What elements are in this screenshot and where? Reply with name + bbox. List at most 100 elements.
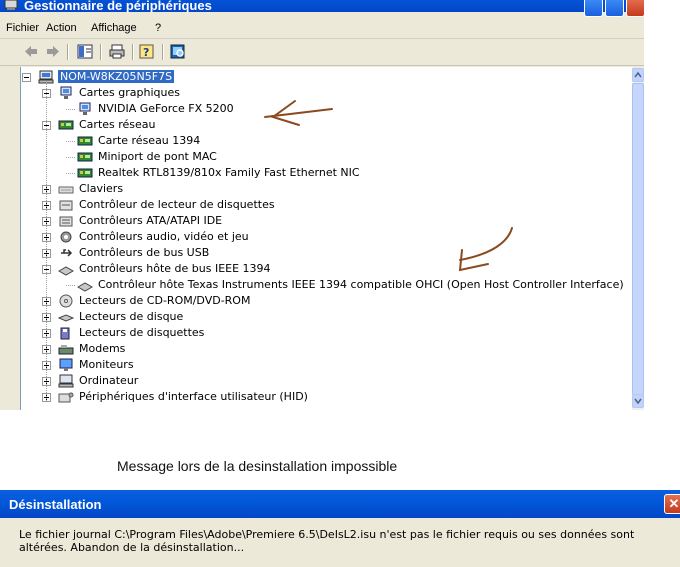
tree-device-row[interactable]: Carte réseau 1394 bbox=[21, 133, 621, 149]
annotation-arrow-2 bbox=[458, 227, 513, 272]
device-manager-window: Gestionnaire de périphériques Fichier Ac… bbox=[0, 0, 644, 410]
tree-item-label: Claviers bbox=[79, 182, 124, 195]
annotation-arrow-1 bbox=[264, 100, 333, 126]
tree-category-row[interactable]: Contrôleurs de bus USB bbox=[21, 245, 621, 261]
tree-item-label: Contrôleur hôte Texas Instruments IEEE 1… bbox=[98, 278, 624, 291]
display-adapter-icon bbox=[60, 86, 72, 99]
tree-device-row[interactable]: Realtek RTL8139/810x Family Fast Etherne… bbox=[21, 165, 621, 181]
tree-item-label: Miniport de pont MAC bbox=[98, 150, 217, 163]
help-icon[interactable]: ? bbox=[138, 43, 156, 60]
scan-hardware-icon[interactable] bbox=[169, 43, 187, 60]
toolbar: ? bbox=[0, 39, 644, 66]
menu-action[interactable]: Action bbox=[46, 22, 77, 34]
dialog-message: Le fichier journal C:\Program Files\Adob… bbox=[19, 528, 635, 554]
tree-item-label: Contrôleur de lecteur de disquettes bbox=[79, 198, 275, 211]
floppy-drive-icon bbox=[60, 327, 70, 340]
scroll-thumb[interactable] bbox=[632, 83, 644, 395]
tree-item-label: Lecteurs de disquettes bbox=[79, 326, 205, 339]
minimize-button[interactable] bbox=[584, 0, 603, 17]
ide-controller-icon bbox=[59, 216, 73, 227]
menu-affichage[interactable]: Affichage bbox=[91, 22, 137, 34]
tree-category-row[interactable]: Lecteurs de CD-ROM/DVD-ROM bbox=[21, 293, 621, 309]
computer-icon bbox=[58, 374, 74, 388]
modem-icon bbox=[58, 345, 74, 355]
toolbar-separator bbox=[162, 44, 164, 60]
firewire-controller-icon bbox=[58, 266, 74, 276]
hid-icon bbox=[58, 392, 74, 403]
tree-item-label: Cartes réseau bbox=[79, 118, 156, 131]
menu-fichier[interactable]: Fichier bbox=[6, 22, 39, 34]
tree-category-row[interactable]: Modems bbox=[21, 341, 621, 357]
tree-category-row[interactable]: Lecteurs de disquettes bbox=[21, 325, 621, 341]
tree-item-label: Contrôleurs de bus USB bbox=[79, 246, 210, 259]
tree-connector bbox=[46, 81, 47, 401]
display-adapter-icon bbox=[79, 102, 91, 115]
toolbar-separator bbox=[100, 44, 102, 60]
network-card-icon bbox=[58, 120, 74, 130]
tree-root-row[interactable]: NOM-W8KZ05N5F7S bbox=[21, 69, 621, 85]
tree-root-label: NOM-W8KZ05N5F7S bbox=[58, 70, 175, 83]
tree-category-row[interactable]: Contrôleurs audio, vidéo et jeu bbox=[21, 229, 621, 245]
tree-item-label: Lecteurs de disque bbox=[79, 310, 184, 323]
title-bar[interactable]: Gestionnaire de périphériques bbox=[0, 0, 644, 17]
tree-item-label: Lecteurs de CD-ROM/DVD-ROM bbox=[79, 294, 251, 307]
tree-item-label: Modems bbox=[79, 342, 126, 355]
menu-help[interactable]: ? bbox=[155, 22, 161, 34]
close-button[interactable] bbox=[626, 0, 644, 17]
tree-category-row[interactable]: Contrôleur de lecteur de disquettes bbox=[21, 197, 621, 213]
menu-bar: Fichier Action Affichage ? bbox=[0, 18, 644, 39]
usb-icon bbox=[61, 249, 73, 257]
disk-drive-icon bbox=[58, 314, 74, 322]
tree-category-row[interactable]: Ordinateur bbox=[21, 373, 621, 389]
vertical-scrollbar[interactable] bbox=[632, 67, 644, 410]
tree-category-row[interactable]: Périphériques d'interface utilisateur (H… bbox=[21, 389, 621, 405]
floppy-controller-icon bbox=[59, 200, 73, 211]
tree-category-row[interactable]: Contrôleurs ATA/ATAPI IDE bbox=[21, 213, 621, 229]
tree-connector bbox=[66, 141, 75, 142]
svg-text:?: ? bbox=[143, 46, 149, 59]
tree-item-label: Cartes graphiques bbox=[79, 86, 180, 99]
properties-icon[interactable] bbox=[76, 43, 94, 60]
tree-connector bbox=[66, 109, 75, 110]
forward-arrow-icon[interactable] bbox=[44, 43, 62, 60]
firewire-controller-icon bbox=[77, 282, 93, 292]
collapse-toggle[interactable] bbox=[22, 73, 31, 82]
tree-connector bbox=[66, 157, 75, 158]
tree-connector bbox=[66, 285, 75, 286]
tree-category-row[interactable]: Claviers bbox=[21, 181, 621, 197]
back-arrow-icon[interactable] bbox=[22, 43, 40, 60]
monitor-icon bbox=[59, 358, 73, 371]
device-manager-icon bbox=[4, 0, 18, 10]
tree-item-label: Moniteurs bbox=[79, 358, 134, 371]
cdrom-icon bbox=[59, 294, 73, 308]
network-card-icon bbox=[77, 168, 93, 178]
network-card-icon bbox=[77, 136, 93, 146]
toolbar-separator bbox=[132, 44, 134, 60]
maximize-button[interactable] bbox=[605, 0, 624, 17]
dialog-close-button[interactable]: ✕ bbox=[664, 494, 680, 514]
close-icon: ✕ bbox=[668, 496, 680, 511]
network-card-icon bbox=[77, 152, 93, 162]
caption-text: Message lors de la desinstallation impos… bbox=[117, 458, 398, 474]
scroll-up-button[interactable] bbox=[632, 68, 644, 82]
window-title: Gestionnaire de périphériques bbox=[24, 0, 212, 13]
tree-item-label: NVIDIA GeForce FX 5200 bbox=[98, 102, 234, 115]
tree-device-row[interactable]: Contrôleur hôte Texas Instruments IEEE 1… bbox=[21, 277, 624, 293]
scroll-down-button[interactable] bbox=[632, 394, 644, 408]
tree-device-row[interactable]: Miniport de pont MAC bbox=[21, 149, 621, 165]
tree-item-label: Contrôleurs hôte de bus IEEE 1394 bbox=[79, 262, 271, 275]
tree-item-label: Contrôleurs ATA/ATAPI IDE bbox=[79, 214, 223, 227]
tree-category-row[interactable]: Lecteurs de disque bbox=[21, 309, 621, 325]
tree-item-label: Realtek RTL8139/810x Family Fast Etherne… bbox=[98, 166, 360, 179]
tree-item-label: Périphériques d'interface utilisateur (H… bbox=[79, 390, 308, 403]
tree-category-row[interactable]: Moniteurs bbox=[21, 357, 621, 373]
dialog-title-bar[interactable]: Désinstallation ✕ bbox=[0, 490, 680, 518]
tree-item-label: Ordinateur bbox=[79, 374, 139, 387]
tree-category-row[interactable]: Contrôleurs hôte de bus IEEE 1394 bbox=[21, 261, 621, 277]
print-icon[interactable] bbox=[108, 43, 126, 60]
uninstall-dialog: Désinstallation ✕ Le fichier journal C:\… bbox=[0, 490, 680, 567]
chevron-up-icon bbox=[634, 71, 642, 78]
keyboard-icon bbox=[58, 186, 74, 194]
tree-item-label: Contrôleurs audio, vidéo et jeu bbox=[79, 230, 249, 243]
tree-connector bbox=[66, 173, 75, 174]
